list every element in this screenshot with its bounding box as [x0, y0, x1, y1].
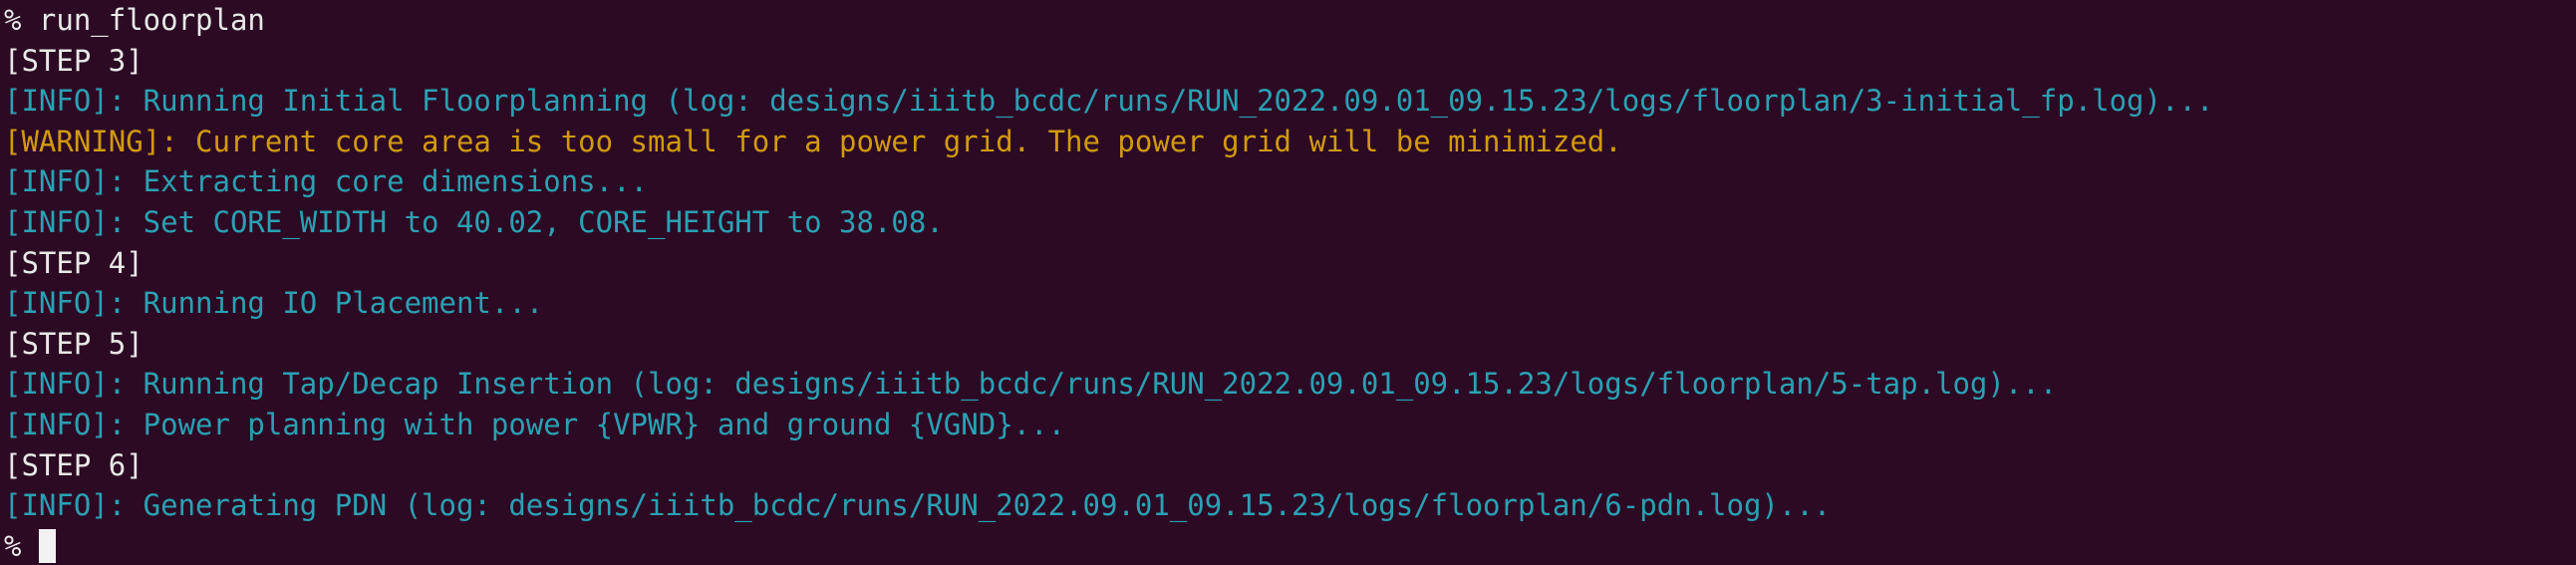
- terminal-window[interactable]: % run_floorplan [STEP 3] [INFO]: Running…: [0, 0, 2576, 565]
- command-line: % run_floorplan: [4, 0, 2576, 41]
- info-message: [INFO]: Generating PDN (log: designs/iii…: [4, 488, 1832, 523]
- output-line-step: [STEP 3]: [4, 41, 2576, 82]
- output-line-info: [INFO]: Running Tap/Decap Insertion (log…: [4, 364, 2576, 405]
- step-header: [STEP 4]: [4, 245, 143, 280]
- output-line-info: [INFO]: Running IO Placement...: [4, 283, 2576, 324]
- shell-prompt: %: [4, 528, 39, 563]
- output-line-info: [INFO]: Extracting core dimensions...: [4, 161, 2576, 202]
- step-header: [STEP 5]: [4, 326, 143, 361]
- info-message: [INFO]: Running IO Placement...: [4, 286, 544, 321]
- output-line-step: [STEP 4]: [4, 243, 2576, 284]
- info-message: [INFO]: Set CORE_WIDTH to 40.02, CORE_HE…: [4, 204, 944, 239]
- output-line-warning: [WARNING]: Current core area is too smal…: [4, 122, 2576, 162]
- output-line-info: [INFO]: Generating PDN (log: designs/iii…: [4, 485, 2576, 526]
- text-cursor[interactable]: [38, 528, 56, 563]
- step-header: [STEP 3]: [4, 43, 143, 78]
- output-line-info: [INFO]: Power planning with power {VPWR}…: [4, 405, 2576, 445]
- info-message: [INFO]: Running Tap/Decap Insertion (log…: [4, 367, 2058, 402]
- output-line-info: [INFO]: Set CORE_WIDTH to 40.02, CORE_HE…: [4, 202, 2576, 243]
- output-line-info: [INFO]: Running Initial Floorplanning (l…: [4, 81, 2576, 122]
- info-message: [INFO]: Running Initial Floorplanning (l…: [4, 84, 2214, 119]
- step-header: [STEP 6]: [4, 447, 143, 482]
- warning-message: [WARNING]: Current core area is too smal…: [4, 124, 1622, 158]
- info-message: [INFO]: Power planning with power {VPWR}…: [4, 407, 1066, 441]
- output-line-step: [STEP 5]: [4, 324, 2576, 365]
- prompt-line[interactable]: %: [4, 526, 2576, 565]
- command-text: % run_floorplan: [4, 3, 265, 37]
- info-message: [INFO]: Extracting core dimensions...: [4, 164, 649, 199]
- output-line-step: [STEP 6]: [4, 445, 2576, 486]
